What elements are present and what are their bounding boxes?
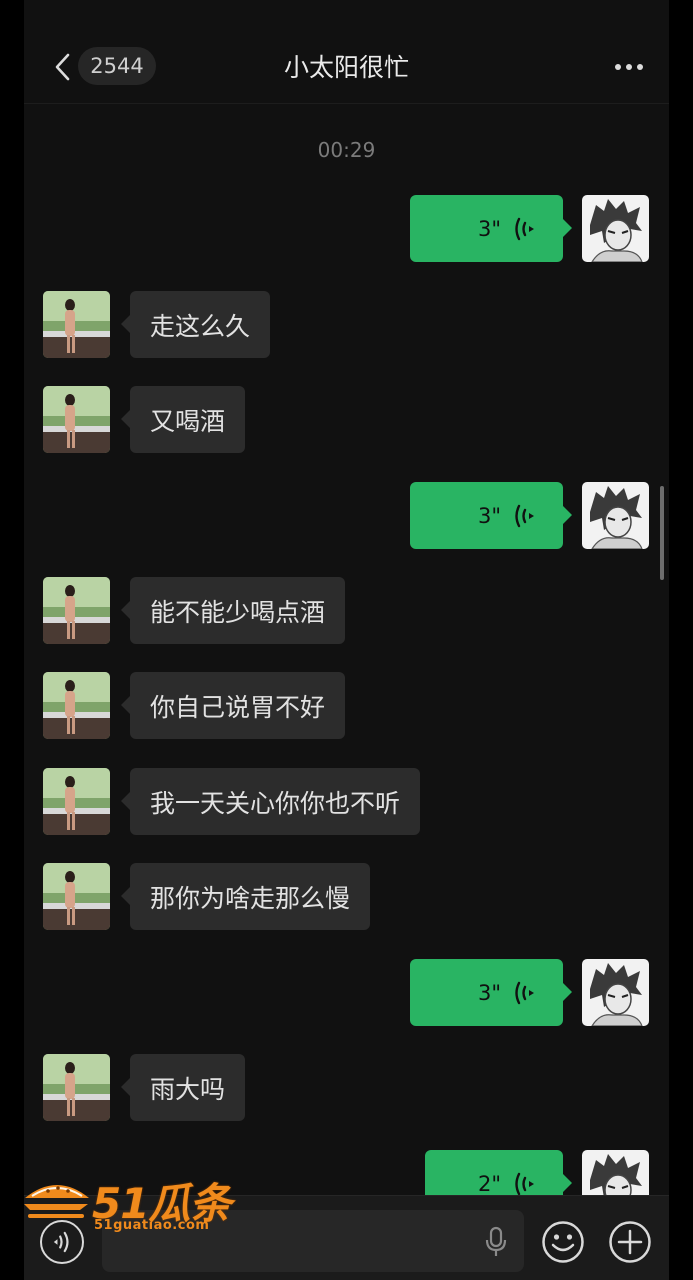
voice-wave-icon [515, 1171, 537, 1197]
voice-duration: 3" [477, 503, 501, 528]
voice-wave-icon [515, 216, 537, 242]
contact-avatar[interactable] [43, 291, 110, 358]
voice-wave-icon [515, 980, 537, 1006]
contact-avatar[interactable] [43, 386, 110, 453]
my-avatar[interactable] [582, 959, 649, 1026]
microphone-icon[interactable] [484, 1226, 508, 1258]
voice-wave-icon [515, 503, 537, 529]
text-message-bubble[interactable]: 我一天关心你你也不听 [120, 768, 421, 835]
contact-avatar[interactable] [43, 768, 110, 835]
my-avatar[interactable] [582, 195, 649, 262]
voice-duration: 3" [477, 216, 501, 241]
watermelon-logo-icon [24, 1185, 89, 1218]
chat-header: 2544 小太阳很忙 [24, 0, 669, 104]
watermark-url: 51guatiao.com [94, 1218, 210, 1233]
chat-screen: 2544 小太阳很忙 00:29 3" 走这么久 又喝酒 3" 能不能少喝点酒 … [24, 0, 669, 1280]
text-message-bubble[interactable]: 你自己说胃不好 [120, 672, 346, 739]
text-message-bubble[interactable]: 雨大吗 [120, 1054, 246, 1121]
voice-message-bubble[interactable]: 3" [410, 482, 572, 549]
voice-message-bubble[interactable]: 3" [410, 959, 572, 1026]
contact-name-title: 小太阳很忙 [283, 53, 409, 82]
text-message-bubble[interactable]: 那你为啥走那么慢 [120, 863, 371, 930]
site-watermark: 51瓜条 51guatiao.com [22, 1170, 240, 1236]
plus-icon[interactable] [608, 1220, 652, 1264]
text-message-bubble[interactable]: 能不能少喝点酒 [120, 577, 346, 644]
voice-duration: 3" [477, 980, 501, 1005]
my-avatar[interactable] [582, 482, 649, 549]
emoji-icon[interactable] [541, 1220, 585, 1264]
contact-avatar[interactable] [43, 863, 110, 930]
text-message-bubble[interactable]: 又喝酒 [120, 386, 246, 453]
chat-scrollbar[interactable] [660, 486, 664, 580]
message-timestamp: 00:29 [317, 138, 376, 162]
contact-avatar[interactable] [43, 672, 110, 739]
contact-avatar[interactable] [43, 1054, 110, 1121]
more-dots-icon [615, 64, 621, 70]
contact-avatar[interactable] [43, 577, 110, 644]
voice-message-bubble[interactable]: 3" [410, 195, 572, 262]
voice-duration: 2" [477, 1171, 501, 1196]
more-button[interactable] [607, 50, 651, 84]
text-message-bubble[interactable]: 走这么久 [120, 291, 271, 358]
